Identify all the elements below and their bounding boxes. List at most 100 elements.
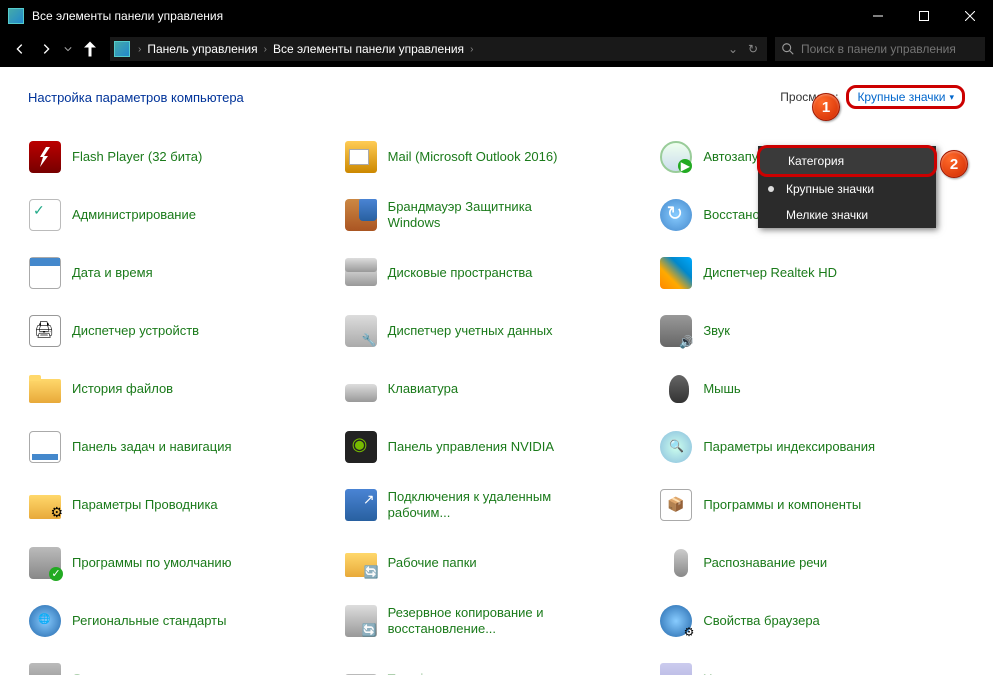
- control-panel-item[interactable]: Брандмауэр Защитника Windows: [344, 195, 650, 235]
- control-panel-item[interactable]: Дата и время: [28, 253, 334, 293]
- control-panel-item[interactable]: Клавиатура: [344, 369, 650, 409]
- item-icon: [28, 546, 62, 580]
- control-panel-icon: [8, 8, 24, 24]
- viewby-dropdown-button[interactable]: Крупные значки: [846, 85, 965, 109]
- item-label: Параметры индексирования: [703, 439, 875, 455]
- item-label: Дисковые пространства: [388, 265, 533, 281]
- item-label: Звук: [703, 323, 730, 339]
- control-panel-item[interactable]: Региональные стандарты: [28, 601, 334, 641]
- viewby-dropdown-menu: Категория Крупные значки Мелкие значки: [758, 146, 936, 228]
- control-panel-item[interactable]: Программы по умолчанию: [28, 543, 334, 583]
- control-panel-item[interactable]: Панель управления NVIDIA: [344, 427, 650, 467]
- up-button[interactable]: [78, 37, 102, 61]
- control-panel-item[interactable]: Подключения к удаленным рабочим...: [344, 485, 650, 525]
- item-label: Региональные стандарты: [72, 613, 226, 629]
- item-label: Программы и компоненты: [703, 497, 861, 513]
- refresh-icon[interactable]: ↻: [743, 42, 763, 56]
- item-label: Телефон и модем: [388, 671, 496, 675]
- item-icon: [659, 662, 693, 675]
- item-label: Система: [72, 671, 124, 675]
- item-icon: [659, 198, 693, 232]
- close-button[interactable]: [947, 0, 993, 31]
- item-icon: [28, 662, 62, 675]
- dropdown-item-large-icons[interactable]: Крупные значки: [758, 176, 936, 202]
- item-icon: [344, 430, 378, 464]
- control-panel-item[interactable]: Управление цветом: [659, 659, 965, 675]
- page-title: Настройка параметров компьютера: [28, 90, 780, 105]
- navbar: › Панель управления › Все элементы панел…: [0, 31, 993, 67]
- control-panel-item[interactable]: Дисковые пространства: [344, 253, 650, 293]
- item-icon: [659, 140, 693, 174]
- item-label: Программы по умолчанию: [72, 555, 231, 571]
- breadcrumb-current[interactable]: Все элементы панели управления: [269, 42, 468, 56]
- control-panel-item[interactable]: Свойства браузера: [659, 601, 965, 641]
- forward-button[interactable]: [34, 37, 58, 61]
- item-icon: [344, 198, 378, 232]
- bullet-icon: [768, 186, 774, 192]
- item-icon: [659, 546, 693, 580]
- item-icon: [344, 488, 378, 522]
- chevron-down-icon[interactable]: ⌄: [723, 42, 743, 56]
- search-input[interactable]: [801, 42, 979, 56]
- item-icon: [344, 256, 378, 290]
- control-panel-item[interactable]: Диспетчер учетных данных: [344, 311, 650, 351]
- control-panel-item[interactable]: Параметры индексирования: [659, 427, 965, 467]
- control-panel-item[interactable]: Параметры Проводника: [28, 485, 334, 525]
- item-label: Параметры Проводника: [72, 497, 218, 513]
- breadcrumb-root[interactable]: Панель управления: [143, 42, 261, 56]
- dropdown-label: Мелкие значки: [786, 208, 868, 222]
- control-panel-item[interactable]: Flash Player (32 бита): [28, 137, 334, 177]
- item-icon: [344, 662, 378, 675]
- item-label: Рабочие папки: [388, 555, 477, 571]
- control-panel-item[interactable]: Мышь: [659, 369, 965, 409]
- control-panel-item[interactable]: Резервное копирование и восстановление..…: [344, 601, 650, 641]
- item-label: Администрирование: [72, 207, 196, 223]
- item-icon: [659, 604, 693, 638]
- item-label: Подключения к удаленным рабочим...: [388, 489, 588, 522]
- search-box[interactable]: [775, 37, 985, 61]
- item-label: Панель управления NVIDIA: [388, 439, 554, 455]
- titlebar: Все элементы панели управления: [0, 0, 993, 31]
- minimize-button[interactable]: [855, 0, 901, 31]
- control-panel-item[interactable]: Диспетчер устройств: [28, 311, 334, 351]
- item-icon: [344, 140, 378, 174]
- item-label: Диспетчер Realtek HD: [703, 265, 837, 281]
- item-icon: [659, 314, 693, 348]
- truncated-row: Система Телефон и модем Управление цветом: [28, 659, 965, 675]
- item-icon: [344, 604, 378, 638]
- item-icon: [28, 140, 62, 174]
- dropdown-item-small-icons[interactable]: Мелкие значки: [758, 202, 936, 228]
- control-panel-item[interactable]: Распознавание речи: [659, 543, 965, 583]
- dropdown-item-category[interactable]: Категория: [757, 145, 937, 177]
- control-panel-item[interactable]: Рабочие папки: [344, 543, 650, 583]
- control-panel-item[interactable]: Mail (Microsoft Outlook 2016): [344, 137, 650, 177]
- back-button[interactable]: [8, 37, 32, 61]
- dropdown-label: Крупные значки: [786, 182, 874, 196]
- annotation-marker-2: 2: [940, 150, 968, 178]
- control-panel-item[interactable]: Администрирование: [28, 195, 334, 235]
- control-panel-item[interactable]: Система: [28, 659, 334, 675]
- item-icon: [659, 372, 693, 406]
- item-label: Свойства браузера: [703, 613, 819, 629]
- maximize-button[interactable]: [901, 0, 947, 31]
- control-panel-item[interactable]: Диспетчер Realtek HD: [659, 253, 965, 293]
- control-panel-item[interactable]: Звук: [659, 311, 965, 351]
- address-bar[interactable]: › Панель управления › Все элементы панел…: [110, 37, 767, 61]
- dropdown-label: Категория: [788, 154, 844, 168]
- item-label: Mail (Microsoft Outlook 2016): [388, 149, 558, 165]
- control-panel-item[interactable]: Программы и компоненты: [659, 485, 965, 525]
- control-panel-item[interactable]: История файлов: [28, 369, 334, 409]
- item-label: Диспетчер учетных данных: [388, 323, 553, 339]
- item-icon: [28, 198, 62, 232]
- control-panel-item[interactable]: Панель задач и навигация: [28, 427, 334, 467]
- control-panel-item[interactable]: Телефон и модем: [344, 659, 650, 675]
- control-panel-icon: [114, 41, 130, 57]
- item-icon: [28, 604, 62, 638]
- item-icon: [344, 314, 378, 348]
- separator-icon: ›: [136, 44, 143, 55]
- item-icon: [28, 256, 62, 290]
- item-label: Распознавание речи: [703, 555, 827, 571]
- history-dropdown[interactable]: [60, 37, 76, 61]
- item-label: Панель задач и навигация: [72, 439, 232, 455]
- window-title: Все элементы панели управления: [32, 9, 855, 23]
